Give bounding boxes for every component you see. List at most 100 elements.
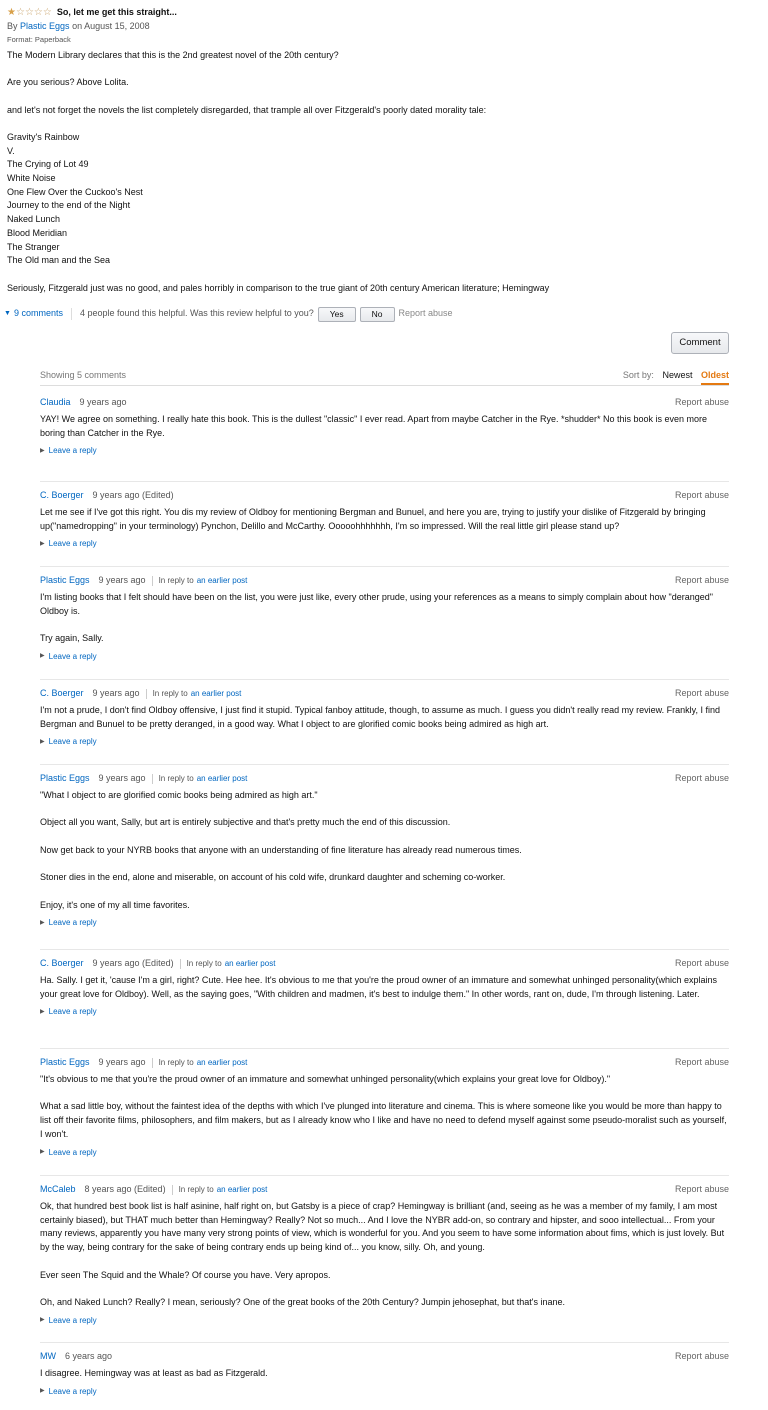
leave-reply[interactable]: ▶ Leave a reply: [40, 538, 729, 550]
comment: Plastic Eggs 9 years ago In reply to an ear…: [40, 1048, 729, 1159]
helpful-no-button[interactable]: No: [359, 306, 395, 322]
review-report-abuse-link[interactable]: Report abuse: [399, 307, 453, 321]
paragraph: I'm listing books that I felt should hav…: [40, 592, 713, 616]
review-body: The Modern Library declares that this is…: [7, 49, 761, 296]
report-abuse-link[interactable]: Report abuse: [675, 1350, 729, 1364]
report-abuse-link[interactable]: Report abuse: [675, 957, 729, 971]
paragraph: "What I object to are glorified comic bo…: [40, 790, 318, 800]
paragraph: Are you serious? Above Lolita.: [7, 77, 129, 88]
comments-section: Showing 5 comments Sort by: Newest Oldes…: [40, 366, 729, 1396]
sort-oldest[interactable]: Oldest: [700, 369, 729, 385]
leave-reply-link[interactable]: Leave a reply: [49, 1006, 97, 1018]
comment-author-link[interactable]: MW: [40, 1350, 56, 1364]
divider: [151, 1058, 153, 1068]
comment-author-link[interactable]: C. Boerger: [40, 489, 84, 503]
comment-author-link[interactable]: Claudia: [40, 396, 71, 410]
leave-reply[interactable]: ▶ Leave a reply: [40, 445, 729, 457]
star-empty-icon: ☆: [24, 7, 34, 18]
comment-author-link[interactable]: Plastic Eggs: [40, 772, 90, 786]
leave-reply[interactable]: ▶ Leave a reply: [40, 1147, 729, 1159]
sort-newest[interactable]: Newest: [662, 370, 692, 380]
divider: [151, 774, 153, 784]
earlier-post-link[interactable]: an earlier post: [197, 1058, 248, 1067]
comments-toggle-link[interactable]: 9 comments: [14, 307, 63, 321]
report-abuse-link[interactable]: Report abuse: [675, 1056, 729, 1070]
comment: MW 6 years ago Report abuse I disagree. Hem…: [40, 1342, 729, 1398]
report-abuse-link[interactable]: Report abuse: [675, 489, 729, 503]
comments-header: Showing 5 comments Sort by: Newest Oldes…: [40, 366, 729, 386]
leave-reply-link[interactable]: Leave a reply: [49, 736, 97, 748]
leave-reply-link[interactable]: Leave a reply: [49, 651, 97, 663]
leave-reply[interactable]: ▶ Leave a reply: [40, 1386, 729, 1398]
comment-body: I disagree. Hemingway was at least as ba…: [40, 1367, 729, 1381]
earlier-post-link[interactable]: an earlier post: [197, 774, 248, 783]
comment-body: "What I object to are glorified comic bo…: [40, 789, 729, 912]
report-abuse-link[interactable]: Report abuse: [675, 574, 729, 588]
earlier-post-link[interactable]: an earlier post: [197, 576, 248, 585]
earlier-post-link[interactable]: an earlier post: [225, 959, 276, 968]
paragraph: Stoner dies in the end, alone and misera…: [40, 872, 506, 883]
paragraph: Let me see if I've got this right. You d…: [40, 507, 706, 531]
report-abuse-link[interactable]: Report abuse: [675, 396, 729, 410]
review-byline: By Plastic Eggs on August 15, 2008: [7, 20, 761, 34]
caret-right-icon: ▶: [40, 1388, 45, 1395]
leave-reply[interactable]: ▶ Leave a reply: [40, 651, 729, 663]
paragraph: Ever seen The Squid and the Whale? Of co…: [40, 1269, 331, 1280]
paragraph: Ok, that hundred best book list is half …: [40, 1201, 725, 1253]
comment: Plastic Eggs 9 years ago In reply to an ear…: [40, 764, 729, 929]
comment-timestamp: 9 years ago (Edited): [92, 490, 174, 501]
comment-timestamp: 9 years ago: [79, 397, 127, 408]
comment: Plastic Eggs 9 years ago In reply to an ear…: [40, 566, 729, 663]
review-author-link[interactable]: Plastic Eggs: [20, 21, 70, 31]
leave-reply-link[interactable]: Leave a reply: [49, 917, 97, 929]
leave-reply-link[interactable]: Leave a reply: [49, 1386, 97, 1398]
paragraph: One Flew Over the Cuckoo's Nest: [7, 186, 143, 197]
leave-reply-link[interactable]: Leave a reply: [49, 538, 97, 550]
earlier-post-link[interactable]: an earlier post: [191, 689, 242, 698]
caret-right-icon: ▶: [40, 540, 45, 547]
paragraph: Ha. Sally. I get it, 'cause I'm a girl, …: [40, 975, 718, 999]
leave-reply-link[interactable]: Leave a reply: [49, 1147, 97, 1159]
paragraph: and let's not forget the novels the list…: [7, 104, 487, 115]
comment-timestamp: 9 years ago: [92, 688, 140, 699]
leave-reply[interactable]: ▶ Leave a reply: [40, 917, 729, 929]
paragraph: Seriously, Fitzgerald just was no good, …: [7, 282, 550, 293]
caret-right-icon: ▶: [40, 1149, 45, 1155]
in-reply-to-label: In reply to: [152, 689, 188, 698]
leave-reply[interactable]: ▶ Leave a reply: [40, 1315, 729, 1327]
comment-author-link[interactable]: Plastic Eggs: [40, 574, 90, 588]
in-reply-to: In reply to an earlier post: [153, 688, 242, 700]
earlier-post-link[interactable]: an earlier post: [217, 1185, 268, 1194]
review: ★ ☆ ☆ ☆ ☆ So, let me get this straight... By…: [7, 6, 761, 295]
showing-count: Showing 5 comments: [40, 369, 127, 380]
comment-body: "It's obvious to me that you're the prou…: [40, 1073, 729, 1142]
comment-author-link[interactable]: Plastic Eggs: [40, 1056, 90, 1070]
comment-author-link[interactable]: McCaleb: [40, 1183, 76, 1197]
report-abuse-link[interactable]: Report abuse: [675, 1183, 729, 1197]
star-rating: ★ ☆ ☆ ☆ ☆: [7, 7, 52, 18]
comment-author-link[interactable]: C. Boerger: [40, 957, 84, 971]
byline-prefix: By: [7, 21, 18, 31]
caret-right-icon: ▶: [40, 1317, 45, 1324]
review-actions: ▼ 9 comments 4 people found this helpful…: [4, 306, 453, 322]
in-reply-to: In reply to an earlier post: [159, 1057, 248, 1069]
comment-header: McCaleb 8 years ago (Edited) In reply to an…: [40, 1182, 729, 1198]
in-reply-to-label: In reply to: [158, 576, 194, 585]
report-abuse-link[interactable]: Report abuse: [675, 772, 729, 786]
comment-author-link[interactable]: C. Boerger: [40, 687, 84, 701]
leave-reply[interactable]: ▶ Leave a reply: [40, 736, 729, 748]
comment-button[interactable]: Comment: [671, 332, 729, 354]
leave-reply[interactable]: ▶ Leave a reply: [40, 1006, 729, 1018]
leave-reply-link[interactable]: Leave a reply: [49, 445, 97, 457]
helpful-yes-button[interactable]: Yes: [317, 306, 356, 322]
comment-timestamp: 9 years ago: [98, 1057, 146, 1068]
leave-reply-link[interactable]: Leave a reply: [49, 1315, 97, 1327]
review-title[interactable]: So, let me get this straight...: [57, 6, 177, 20]
expand-comments-icon[interactable]: ▼: [4, 309, 11, 320]
report-abuse-link[interactable]: Report abuse: [675, 687, 729, 701]
comment: McCaleb 8 years ago (Edited) In reply to an…: [40, 1175, 729, 1327]
